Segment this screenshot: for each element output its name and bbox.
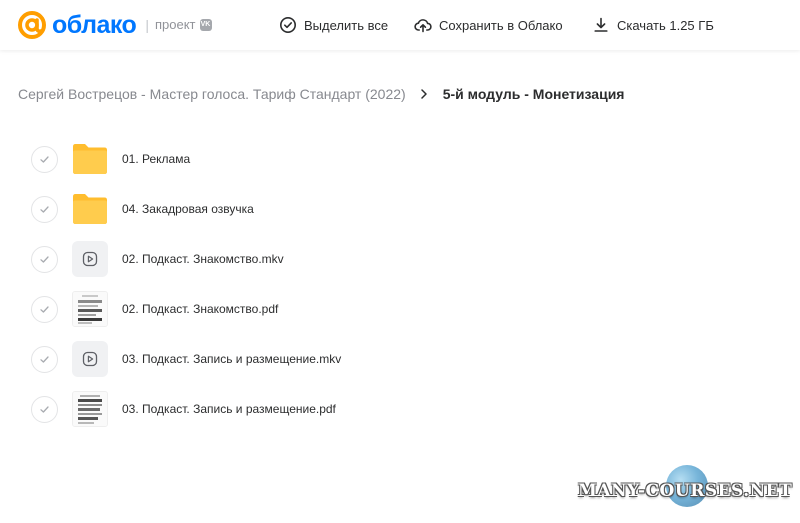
file-name: 03. Подкаст. Запись и размещение.pdf (122, 402, 336, 416)
checkmark-icon (40, 355, 49, 363)
download-button[interactable]: Скачать 1.25 ГБ (592, 14, 714, 36)
logo-project-label: проект (154, 17, 196, 32)
watermark: MANY-COURSES.NET (578, 465, 798, 517)
cloud-logo[interactable]: облако | проект VK (17, 9, 212, 41)
select-all-button[interactable]: Выделить все (279, 14, 388, 36)
file-row[interactable]: 02. Подкаст. Знакомство.pdf (0, 284, 800, 334)
checkmark-icon (40, 305, 49, 313)
file-name: 01. Реклама (122, 152, 191, 166)
file-name: 03. Подкаст. Запись и размещение.mkv (122, 352, 342, 366)
app-header: облако | проект VK Выделить все Сохранит… (0, 0, 800, 50)
folder-icon (72, 191, 108, 227)
logo-separator: | (145, 17, 149, 33)
row-checkbox[interactable] (31, 195, 58, 223)
file-row[interactable]: 02. Подкаст. Знакомство.mkv (0, 234, 800, 284)
download-icon (594, 17, 608, 32)
save-to-cloud-button[interactable]: Сохранить в Облако (414, 14, 563, 36)
file-row[interactable]: 03. Подкаст. Запись и размещение.mkv (0, 334, 800, 384)
file-row[interactable]: 04. Закадровая озвучка (0, 184, 800, 234)
download-label: Скачать 1.25 ГБ (617, 17, 714, 33)
file-row[interactable]: 01. Реклама (0, 134, 800, 184)
folder-icon (72, 141, 108, 177)
pdf-thumbnail-icon (72, 391, 108, 427)
pdf-thumbnail-icon (72, 291, 108, 327)
checkmark-icon (40, 155, 49, 163)
checkmark-icon (40, 205, 49, 213)
file-name: 04. Закадровая озвучка (122, 202, 254, 216)
chevron-right-icon (420, 89, 427, 99)
vk-badge: VK (199, 19, 212, 31)
file-row[interactable]: 03. Подкаст. Запись и размещение.pdf (0, 384, 800, 434)
at-sign-logo-icon (18, 11, 46, 39)
cloud-upload-icon (414, 19, 432, 33)
breadcrumb-current: 5-й модуль - Монетизация (442, 86, 625, 102)
checkmark-icon (40, 255, 49, 263)
row-checkbox[interactable] (31, 395, 58, 423)
row-checkbox[interactable] (31, 245, 58, 273)
file-name: 02. Подкаст. Знакомство.mkv (122, 252, 284, 266)
logo-text: облако (52, 11, 137, 39)
video-file-icon (72, 241, 108, 277)
watermark-text: MANY-COURSES.NET (578, 481, 793, 501)
select-all-label: Выделить все (304, 17, 389, 33)
checkmark-icon (40, 405, 49, 413)
file-name: 02. Подкаст. Знакомство.pdf (122, 302, 279, 316)
row-checkbox[interactable] (31, 295, 58, 323)
video-file-icon (72, 341, 108, 377)
row-checkbox[interactable] (31, 145, 58, 173)
check-circle-icon (280, 17, 296, 33)
breadcrumb: Сергей Вострецов - Мастер голоса. Тариф … (18, 84, 624, 104)
row-checkbox[interactable] (31, 345, 58, 373)
save-to-cloud-label: Сохранить в Облако (439, 17, 563, 33)
breadcrumb-parent-link[interactable]: Сергей Вострецов - Мастер голоса. Тариф … (18, 86, 406, 102)
